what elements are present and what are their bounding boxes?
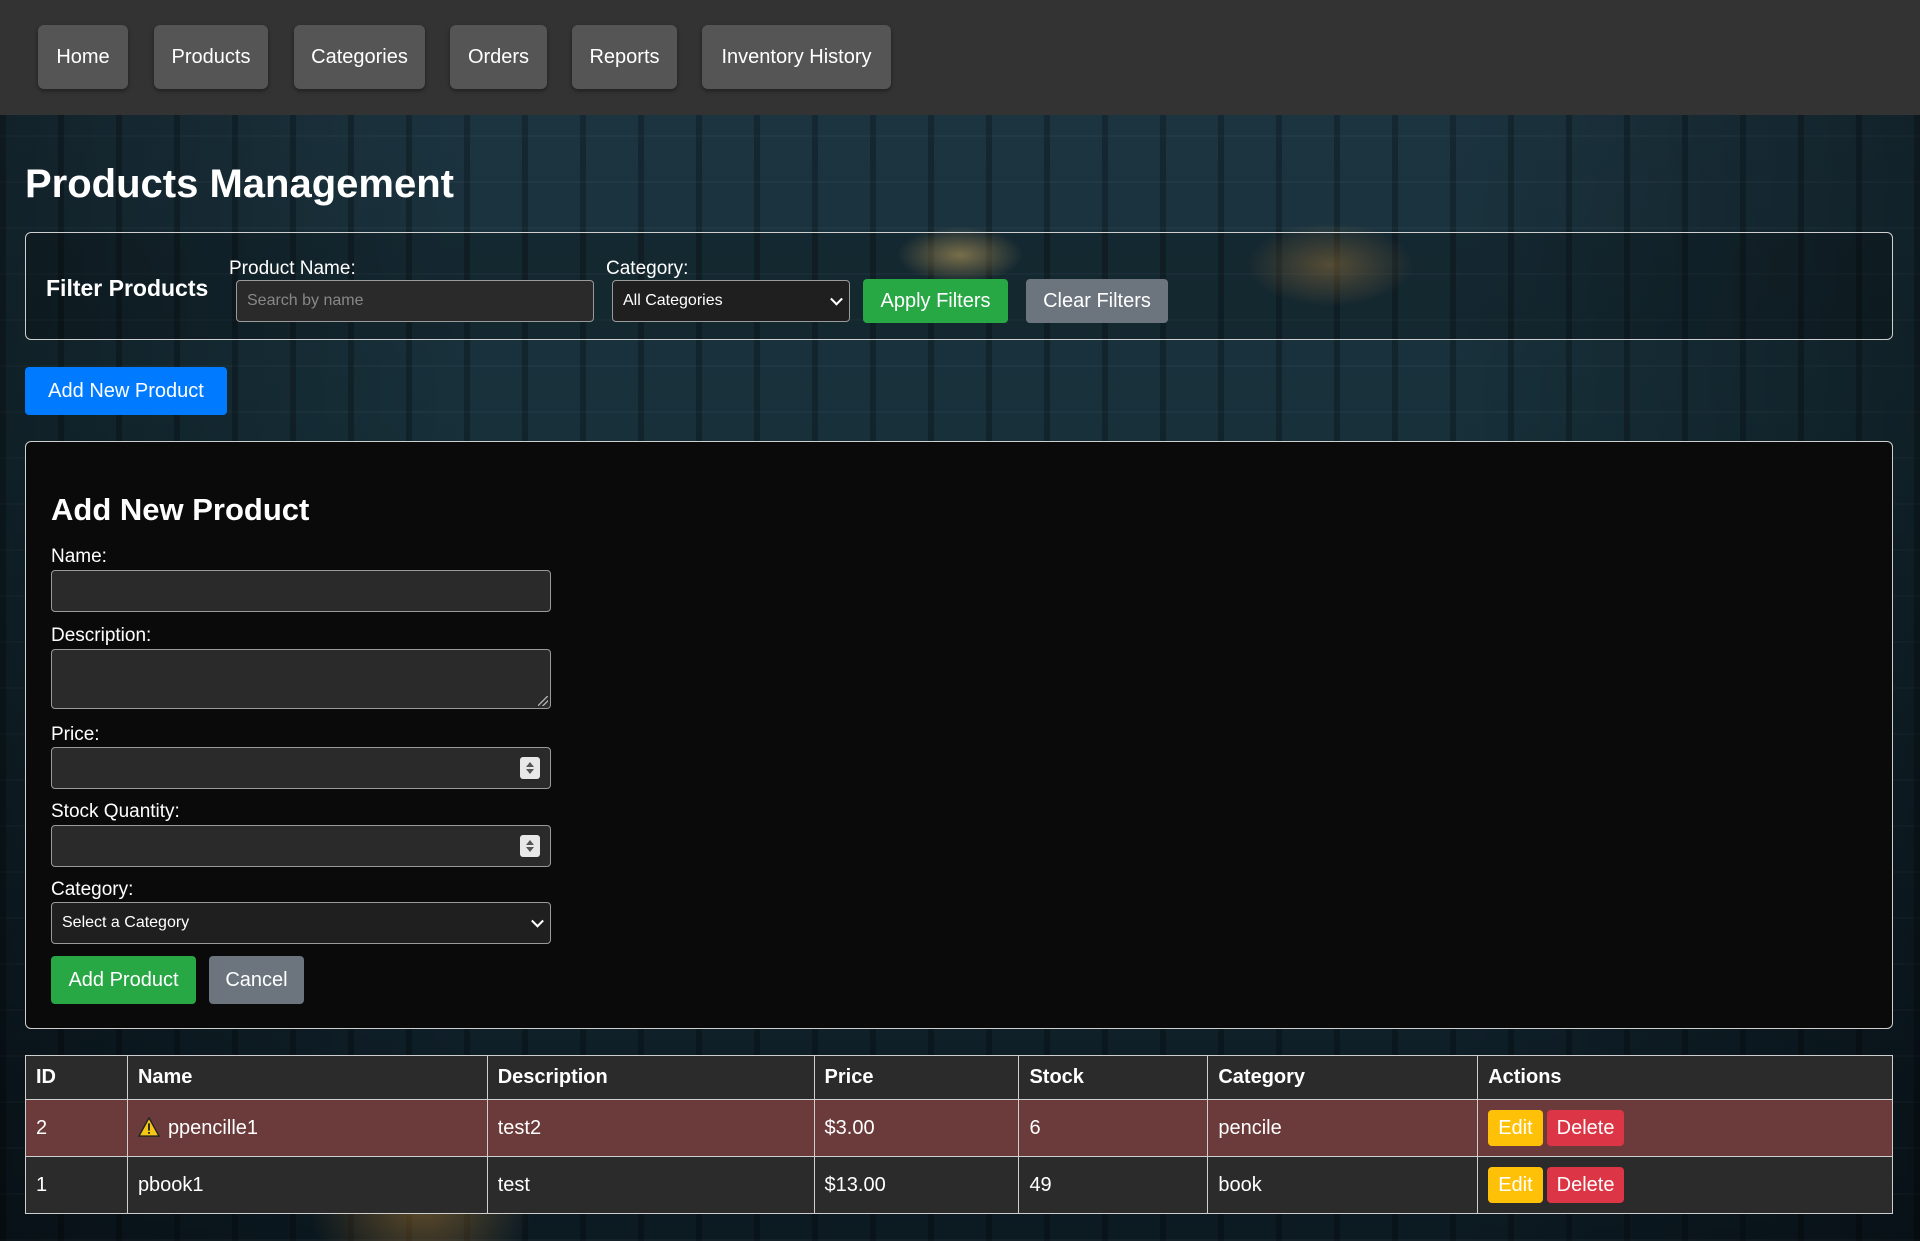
edit-button[interactable]: Edit [1488,1110,1543,1146]
cell-name: ppencille1 [126,1099,488,1157]
product-name: pbook1 [137,1173,204,1196]
nav-reports-button[interactable]: Reports [572,25,677,89]
delete-button[interactable]: Delete [1546,1167,1625,1203]
product-name-label: Product Name: [229,258,356,279]
nav-orders-button[interactable]: Orders [450,25,547,89]
number-spinner-icon[interactable] [520,835,540,857]
cell-actions: Edit Delete [1477,1156,1893,1214]
name-input[interactable] [51,570,551,612]
price-input[interactable] [51,747,551,789]
resize-handle-icon[interactable] [538,696,548,706]
stock-quantity-label: Stock Quantity: [51,801,180,822]
nav-home-button[interactable]: Home [38,25,128,89]
product-name-search-input[interactable]: Search by name [236,280,594,322]
cell-price: $13.00 [813,1156,1020,1214]
cell-description: test2 [486,1099,815,1157]
apply-filters-button[interactable]: Apply Filters [863,279,1008,323]
table-header-row: ID Name Description Price Stock Category… [25,1055,1893,1100]
page-title: Products Management [25,162,454,206]
nav-categories-button[interactable]: Categories [294,25,425,89]
table-row: 2 ppencille1 test2 $3.00 6 pencile Edit D… [25,1099,1893,1157]
cell-stock: 6 [1018,1099,1209,1157]
search-placeholder: Search by name [247,292,364,309]
delete-button[interactable]: Delete [1546,1110,1625,1146]
filter-category-label: Category: [606,258,689,279]
add-new-product-button[interactable]: Add New Product [25,367,227,415]
add-product-submit-button[interactable]: Add Product [51,956,196,1004]
column-header-price[interactable]: Price [813,1055,1020,1100]
description-label: Description: [51,625,152,646]
form-category-value: Select a Category [62,914,190,931]
product-name: ppencille1 [167,1116,259,1139]
price-label: Price: [51,724,100,745]
number-spinner-icon[interactable] [520,757,540,779]
cell-category: pencile [1207,1099,1479,1157]
column-header-id[interactable]: ID [25,1055,128,1100]
cell-actions: Edit Delete [1477,1099,1893,1157]
description-textarea[interactable] [51,649,551,709]
table-row: 1 pbook1 test $13.00 49 book Edit Delete [25,1156,1893,1214]
chevron-down-icon [531,914,544,928]
column-header-stock[interactable]: Stock [1018,1055,1209,1100]
filter-title: Filter Products [46,275,209,301]
cell-name: pbook1 [126,1156,488,1214]
stock-quantity-input[interactable] [51,825,551,867]
cell-price: $3.00 [813,1099,1020,1157]
filter-category-select[interactable]: All Categories [612,280,850,322]
form-category-label: Category: [51,879,134,900]
cell-category: book [1207,1156,1479,1214]
clear-filters-button[interactable]: Clear Filters [1026,279,1168,323]
cancel-button[interactable]: Cancel [209,956,304,1004]
column-header-name[interactable]: Name [126,1055,488,1100]
edit-button[interactable]: Edit [1488,1167,1543,1203]
column-header-actions: Actions [1477,1055,1893,1100]
column-header-category[interactable]: Category [1207,1055,1479,1100]
add-product-form: Add New Product Name: Description: Price… [25,441,1893,1029]
cell-id: 1 [25,1156,128,1214]
filter-panel: Filter Products Product Name: Search by … [25,232,1893,340]
warning-icon [137,1116,160,1137]
nav-products-button[interactable]: Products [154,25,268,89]
filter-category-value: All Categories [623,292,723,309]
cell-id: 2 [25,1099,128,1157]
chevron-down-icon [830,292,843,306]
products-table: ID Name Description Price Stock Category… [25,1055,1893,1214]
nav-inventory-history-button[interactable]: Inventory History [702,25,891,89]
top-navbar: Home Products Categories Orders Reports … [0,0,1920,115]
name-label: Name: [51,546,107,567]
form-category-select[interactable]: Select a Category [51,902,551,944]
column-header-description[interactable]: Description [486,1055,815,1100]
form-title: Add New Product [51,492,310,527]
cell-stock: 49 [1018,1156,1209,1214]
cell-description: test [486,1156,815,1214]
